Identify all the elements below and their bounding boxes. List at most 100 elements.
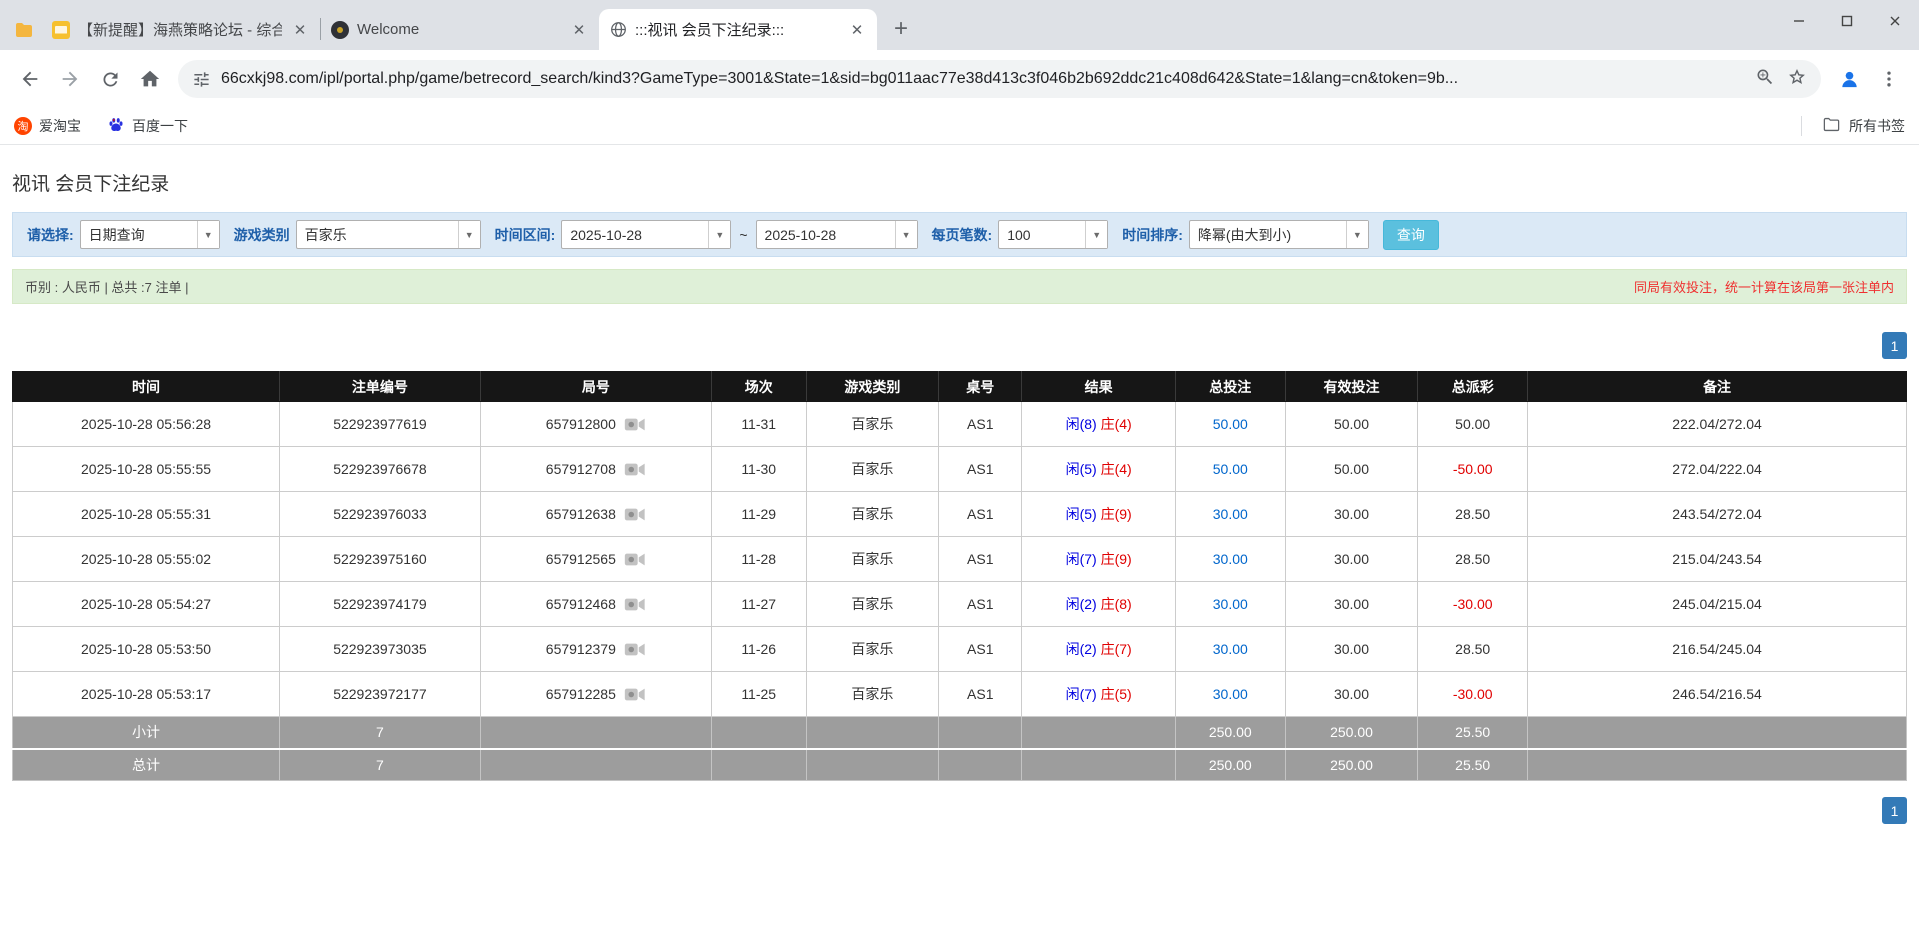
empty-cell (480, 717, 711, 749)
total-bet-link[interactable]: 50.00 (1213, 461, 1248, 477)
cell-time: 2025-10-28 05:55:55 (13, 447, 280, 492)
total-bet-link[interactable]: 30.00 (1213, 641, 1248, 657)
round-number: 657912468 (546, 596, 616, 612)
round-number: 657912638 (546, 506, 616, 522)
col-session: 场次 (711, 372, 806, 402)
tab-bet-records[interactable]: :::视讯 会员下注纪录::: ✕ (599, 9, 877, 50)
menu-dots-icon[interactable] (1869, 59, 1909, 99)
page-title: 视讯 会员下注纪录 (12, 169, 1907, 196)
pinned-tab[interactable] (6, 10, 42, 50)
game-type-label: 游戏类别 (234, 225, 290, 245)
pagination-bottom: 1 (12, 797, 1907, 824)
video-replay-icon[interactable] (624, 642, 646, 657)
cell-time: 2025-10-28 05:56:28 (13, 402, 280, 447)
video-replay-icon[interactable] (624, 597, 646, 612)
home-icon[interactable] (130, 59, 170, 99)
zoom-icon[interactable] (1755, 67, 1775, 92)
profile-avatar-icon[interactable] (1829, 59, 1869, 99)
col-game-type: 游戏类别 (806, 372, 939, 402)
site-info-icon[interactable] (192, 70, 211, 89)
forward-icon[interactable] (50, 59, 90, 99)
total-bet-link[interactable]: 30.00 (1213, 551, 1248, 567)
tab-forum[interactable]: 【新提醒】海燕策略论坛 - 综合 ✕ (42, 9, 320, 50)
table-row: 2025-10-28 05:53:50522923973035657912379… (13, 627, 1907, 672)
tab-forum-favicon (52, 21, 70, 39)
video-replay-icon[interactable] (624, 552, 646, 567)
tab-welcome[interactable]: Welcome ✕ (321, 9, 599, 50)
table-body: 2025-10-28 05:56:28522923977619657912800… (13, 402, 1907, 717)
minimize-button[interactable] (1775, 0, 1823, 42)
tab-close-icon[interactable]: ✕ (569, 20, 589, 40)
empty-cell (1022, 717, 1175, 749)
baidu-paw-icon (107, 116, 125, 137)
cell-bet-id: 522923975160 (280, 537, 481, 582)
total-bet-link[interactable]: 30.00 (1213, 506, 1248, 522)
cell-total-bet: 30.00 (1175, 537, 1285, 582)
total-bet-link[interactable]: 30.00 (1213, 686, 1248, 702)
cell-game-type: 百家乐 (806, 672, 939, 717)
cell-note: 216.54/245.04 (1528, 627, 1907, 672)
chevron-down-icon: ▼ (708, 221, 730, 248)
cell-total-bet: 50.00 (1175, 402, 1285, 447)
bookmark-star-icon[interactable] (1787, 67, 1807, 92)
date-to-select[interactable]: 2025-10-28 ▼ (756, 220, 918, 249)
maximize-button[interactable] (1823, 0, 1871, 42)
cell-valid-bet: 30.00 (1285, 582, 1418, 627)
video-replay-icon[interactable] (624, 417, 646, 432)
page-number-button[interactable]: 1 (1882, 797, 1907, 824)
cell-round-id: 657912468 (480, 582, 711, 627)
cell-valid-bet: 50.00 (1285, 402, 1418, 447)
total-payout: 25.50 (1418, 749, 1528, 781)
date-from-select[interactable]: 2025-10-28 ▼ (561, 220, 731, 249)
page-size-select[interactable]: 100 ▼ (998, 220, 1108, 249)
subtotal-label: 小计 (13, 717, 280, 749)
col-payout: 总派彩 (1418, 372, 1528, 402)
tab-close-icon[interactable]: ✕ (290, 20, 310, 40)
bet-records-table: 时间 注单编号 局号 场次 游戏类别 桌号 结果 总投注 有效投注 总派彩 备注… (12, 371, 1907, 781)
total-row: 总计 7 250.00 250.00 25.50 (13, 749, 1907, 781)
cell-bet-id: 522923976033 (280, 492, 481, 537)
cell-round-id: 657912708 (480, 447, 711, 492)
new-tab-button[interactable]: + (885, 13, 917, 45)
cell-total-bet: 50.00 (1175, 447, 1285, 492)
search-button[interactable]: 查询 (1383, 220, 1439, 250)
bookmark-aitaobao[interactable]: 淘 爱淘宝 (14, 116, 81, 136)
sort-select[interactable]: 降幂(由大到小) ▼ (1189, 220, 1369, 249)
refresh-icon[interactable] (90, 59, 130, 99)
total-bet-link[interactable]: 50.00 (1213, 416, 1248, 432)
table-row: 2025-10-28 05:55:02522923975160657912565… (13, 537, 1907, 582)
video-replay-icon[interactable] (624, 507, 646, 522)
cell-note: 243.54/272.04 (1528, 492, 1907, 537)
query-type-select[interactable]: 日期查询 ▼ (80, 220, 220, 249)
all-bookmarks[interactable]: 所有书签 (1801, 115, 1905, 137)
cell-valid-bet: 30.00 (1285, 492, 1418, 537)
pinned-tab-favicon (15, 21, 33, 39)
col-bet-id: 注单编号 (280, 372, 481, 402)
address-bar[interactable]: 66cxkj98.com/ipl/portal.php/game/betreco… (178, 60, 1821, 98)
bookmark-baidu[interactable]: 百度一下 (107, 116, 188, 137)
empty-cell (1528, 717, 1907, 749)
total-bet-link[interactable]: 30.00 (1213, 596, 1248, 612)
result-banker: 庄(9) (1101, 551, 1132, 567)
cell-result: 闲(8) 庄(4) (1022, 402, 1175, 447)
url-text[interactable]: 66cxkj98.com/ipl/portal.php/game/betreco… (221, 70, 1745, 88)
cell-table-no: AS1 (939, 492, 1022, 537)
back-icon[interactable] (10, 59, 50, 99)
game-type-select[interactable]: 百家乐 ▼ (296, 220, 481, 249)
col-valid-bet: 有效投注 (1285, 372, 1418, 402)
window-controls (1775, 0, 1919, 42)
page-number-button[interactable]: 1 (1882, 332, 1907, 359)
video-replay-icon[interactable] (624, 462, 646, 477)
query-type-label: 请选择: (27, 225, 74, 245)
close-window-button[interactable] (1871, 0, 1919, 42)
globe-icon (609, 21, 627, 39)
tab-close-icon[interactable]: ✕ (847, 20, 867, 40)
col-time: 时间 (13, 372, 280, 402)
query-type-value: 日期查询 (81, 221, 197, 248)
date-from-value: 2025-10-28 (562, 221, 708, 248)
video-replay-icon[interactable] (624, 687, 646, 702)
round-number: 657912285 (546, 686, 616, 702)
col-round-id: 局号 (480, 372, 711, 402)
cell-result: 闲(7) 庄(5) (1022, 672, 1175, 717)
table-row: 2025-10-28 05:55:55522923976678657912708… (13, 447, 1907, 492)
